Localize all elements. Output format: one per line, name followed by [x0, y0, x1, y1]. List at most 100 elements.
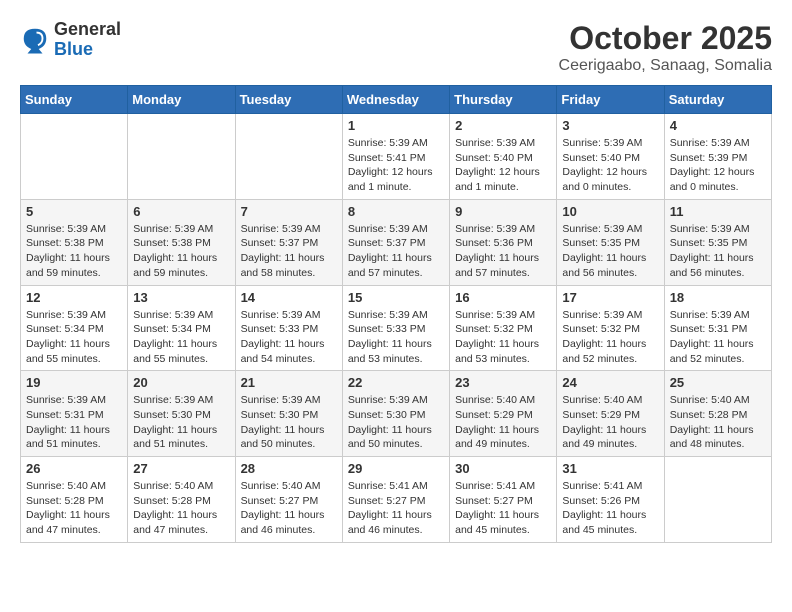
calendar-day-cell: 24 Sunrise: 5:40 AMSunset: 5:29 PMDayligh…: [557, 371, 664, 457]
logo-text: General Blue: [54, 20, 121, 60]
calendar-day-cell: 14 Sunrise: 5:39 AMSunset: 5:33 PMDayligh…: [235, 285, 342, 371]
calendar-day-cell: 25 Sunrise: 5:40 AMSunset: 5:28 PMDayligh…: [664, 371, 771, 457]
calendar-day-cell: 17Sunrise: 5:39 AMSunset: 5:32 PMDayligh…: [557, 285, 664, 371]
logo-blue-text: Blue: [54, 40, 121, 60]
day-number: 7: [241, 204, 337, 219]
day-info: Sunrise: 5:39 AMSunset: 5:38 PMDaylight:…: [26, 222, 122, 281]
day-info: Sunrise: 5:39 AMSunset: 5:37 PMDaylight:…: [348, 222, 444, 281]
day-number: 21: [241, 375, 337, 390]
day-info: Sunrise: 5:39 AMSunset: 5:36 PMDaylight:…: [455, 222, 551, 281]
calendar-day-cell: 28 Sunrise: 5:40 AMSunset: 5:27 PMDayligh…: [235, 457, 342, 543]
day-number: 17: [562, 290, 658, 305]
calendar-day-cell: 18 Sunrise: 5:39 AMSunset: 5:31 PMDayligh…: [664, 285, 771, 371]
day-info: Sunrise: 5:39 AMSunset: 5:31 PMDaylight:…: [26, 393, 122, 452]
day-number: 27: [133, 461, 229, 476]
day-info: Sunrise: 5:39 AMSunset: 5:40 PMDaylight:…: [455, 136, 551, 195]
calendar-day-cell: 11 Sunrise: 5:39 AMSunset: 5:35 PMDayligh…: [664, 199, 771, 285]
calendar-day-cell: 4Sunrise: 5:39 AMSunset: 5:39 PMDaylight…: [664, 114, 771, 200]
day-info: Sunrise: 5:39 AMSunset: 5:41 PMDaylight:…: [348, 136, 444, 195]
day-info: Sunrise: 5:39 AMSunset: 5:30 PMDaylight:…: [133, 393, 229, 452]
calendar-week-row: 5Sunrise: 5:39 AMSunset: 5:38 PMDaylight…: [21, 199, 772, 285]
day-number: 14: [241, 290, 337, 305]
day-number: 2: [455, 118, 551, 133]
calendar-header-row: SundayMondayTuesdayWednesdayThursdayFrid…: [21, 86, 772, 114]
calendar-day-header: Thursday: [450, 86, 557, 114]
calendar-day-cell: 10 Sunrise: 5:39 AMSunset: 5:35 PMDayligh…: [557, 199, 664, 285]
calendar-day-cell: 6 Sunrise: 5:39 AMSunset: 5:38 PMDaylight…: [128, 199, 235, 285]
calendar-day-cell: 26Sunrise: 5:40 AMSunset: 5:28 PMDayligh…: [21, 457, 128, 543]
day-number: 16: [455, 290, 551, 305]
day-number: 3: [562, 118, 658, 133]
day-info: Sunrise: 5:39 AMSunset: 5:34 PMDaylight:…: [26, 308, 122, 367]
month-title: October 2025: [559, 20, 772, 57]
day-info: Sunrise: 5:40 AMSunset: 5:29 PMDaylight:…: [562, 393, 658, 452]
day-number: 18: [670, 290, 766, 305]
day-number: 12: [26, 290, 122, 305]
calendar-day-header: Monday: [128, 86, 235, 114]
calendar-day-cell: 1 Sunrise: 5:39 AMSunset: 5:41 PMDaylight…: [342, 114, 449, 200]
day-info: Sunrise: 5:39 AMSunset: 5:38 PMDaylight:…: [133, 222, 229, 281]
calendar-table: SundayMondayTuesdayWednesdayThursdayFrid…: [20, 85, 772, 543]
logo: General Blue: [20, 20, 121, 60]
day-number: 9: [455, 204, 551, 219]
calendar-day-cell: 27 Sunrise: 5:40 AMSunset: 5:28 PMDayligh…: [128, 457, 235, 543]
day-info: Sunrise: 5:39 AMSunset: 5:37 PMDaylight:…: [241, 222, 337, 281]
day-number: 28: [241, 461, 337, 476]
day-number: 13: [133, 290, 229, 305]
day-number: 23: [455, 375, 551, 390]
day-info: Sunrise: 5:39 AMSunset: 5:35 PMDaylight:…: [670, 222, 766, 281]
day-info: Sunrise: 5:40 AMSunset: 5:28 PMDaylight:…: [670, 393, 766, 452]
day-info: Sunrise: 5:39 AMSunset: 5:30 PMDaylight:…: [348, 393, 444, 452]
page-header: General Blue October 2025 Ceerigaabo, Sa…: [20, 20, 772, 75]
calendar-day-header: Friday: [557, 86, 664, 114]
calendar-week-row: 26Sunrise: 5:40 AMSunset: 5:28 PMDayligh…: [21, 457, 772, 543]
calendar-day-header: Wednesday: [342, 86, 449, 114]
calendar-day-cell: 2 Sunrise: 5:39 AMSunset: 5:40 PMDaylight…: [450, 114, 557, 200]
day-info: Sunrise: 5:39 AMSunset: 5:32 PMDaylight:…: [455, 308, 551, 367]
day-info: Sunrise: 5:40 AMSunset: 5:29 PMDaylight:…: [455, 393, 551, 452]
calendar-day-cell: [21, 114, 128, 200]
day-info: Sunrise: 5:39 AMSunset: 5:33 PMDaylight:…: [241, 308, 337, 367]
calendar-day-cell: 8 Sunrise: 5:39 AMSunset: 5:37 PMDaylight…: [342, 199, 449, 285]
calendar-week-row: 12 Sunrise: 5:39 AMSunset: 5:34 PMDayligh…: [21, 285, 772, 371]
day-info: Sunrise: 5:41 AMSunset: 5:27 PMDaylight:…: [348, 479, 444, 538]
calendar-day-header: Tuesday: [235, 86, 342, 114]
logo-icon: [20, 25, 50, 55]
day-info: Sunrise: 5:40 AMSunset: 5:27 PMDaylight:…: [241, 479, 337, 538]
day-number: 29: [348, 461, 444, 476]
day-number: 6: [133, 204, 229, 219]
calendar-day-header: Sunday: [21, 86, 128, 114]
day-number: 20: [133, 375, 229, 390]
day-number: 1: [348, 118, 444, 133]
day-number: 25: [670, 375, 766, 390]
day-info: Sunrise: 5:39 AMSunset: 5:35 PMDaylight:…: [562, 222, 658, 281]
day-number: 22: [348, 375, 444, 390]
day-info: Sunrise: 5:40 AMSunset: 5:28 PMDaylight:…: [133, 479, 229, 538]
day-number: 19: [26, 375, 122, 390]
day-number: 24: [562, 375, 658, 390]
calendar-day-cell: 22 Sunrise: 5:39 AMSunset: 5:30 PMDayligh…: [342, 371, 449, 457]
day-info: Sunrise: 5:39 AMSunset: 5:40 PMDaylight:…: [562, 136, 658, 195]
title-area: October 2025 Ceerigaabo, Sanaag, Somalia: [559, 20, 772, 75]
calendar-day-cell: 31Sunrise: 5:41 AMSunset: 5:26 PMDayligh…: [557, 457, 664, 543]
calendar-day-cell: 12 Sunrise: 5:39 AMSunset: 5:34 PMDayligh…: [21, 285, 128, 371]
calendar-day-cell: 5Sunrise: 5:39 AMSunset: 5:38 PMDaylight…: [21, 199, 128, 285]
day-info: Sunrise: 5:40 AMSunset: 5:28 PMDaylight:…: [26, 479, 122, 538]
calendar-day-cell: 16 Sunrise: 5:39 AMSunset: 5:32 PMDayligh…: [450, 285, 557, 371]
calendar-day-cell: 3 Sunrise: 5:39 AMSunset: 5:40 PMDaylight…: [557, 114, 664, 200]
day-info: Sunrise: 5:41 AMSunset: 5:27 PMDaylight:…: [455, 479, 551, 538]
calendar-day-cell: [128, 114, 235, 200]
calendar-week-row: 1 Sunrise: 5:39 AMSunset: 5:41 PMDaylight…: [21, 114, 772, 200]
day-number: 4: [670, 118, 766, 133]
calendar-day-cell: [664, 457, 771, 543]
logo-general-text: General: [54, 20, 121, 40]
day-info: Sunrise: 5:39 AMSunset: 5:31 PMDaylight:…: [670, 308, 766, 367]
calendar-day-cell: 9 Sunrise: 5:39 AMSunset: 5:36 PMDaylight…: [450, 199, 557, 285]
day-info: Sunrise: 5:39 AMSunset: 5:30 PMDaylight:…: [241, 393, 337, 452]
day-number: 8: [348, 204, 444, 219]
day-number: 10: [562, 204, 658, 219]
calendar-week-row: 19 Sunrise: 5:39 AMSunset: 5:31 PMDayligh…: [21, 371, 772, 457]
calendar-day-cell: 7 Sunrise: 5:39 AMSunset: 5:37 PMDaylight…: [235, 199, 342, 285]
day-number: 11: [670, 204, 766, 219]
day-info: Sunrise: 5:41 AMSunset: 5:26 PMDaylight:…: [562, 479, 658, 538]
